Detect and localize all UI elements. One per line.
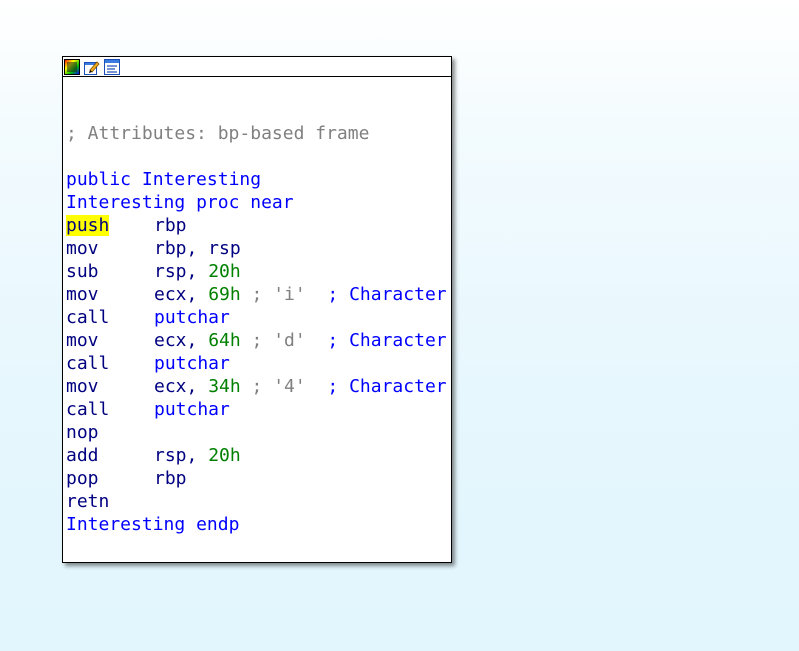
endp-declaration[interactable]: Interesting endp bbox=[66, 513, 451, 536]
node-header bbox=[63, 57, 451, 77]
instruction-line[interactable]: mov rbp, rsp bbox=[66, 237, 451, 260]
instruction-line[interactable]: call putchar bbox=[66, 306, 451, 329]
highlighted-mnemonic: push bbox=[66, 215, 110, 236]
instruction-line[interactable]: retn bbox=[66, 490, 451, 513]
instruction-line[interactable]: sub rsp, 20h bbox=[66, 260, 451, 283]
attributes-comment: ; Attributes: bp-based frame bbox=[66, 123, 370, 144]
instruction-line[interactable]: mov ecx, 34h ; '4' ; Character bbox=[66, 375, 451, 398]
instruction-line[interactable]: mov ecx, 64h ; 'd' ; Character bbox=[66, 329, 451, 352]
instruction-line[interactable]: push rbp bbox=[66, 214, 451, 237]
proc-declaration[interactable]: Interesting proc near bbox=[66, 191, 451, 214]
switch-view-icon[interactable] bbox=[104, 58, 120, 75]
instruction-line[interactable]: call putchar bbox=[66, 352, 451, 375]
instruction-line[interactable]: add rsp, 20h bbox=[66, 444, 451, 467]
instruction-line[interactable]: call putchar bbox=[66, 398, 451, 421]
putchar-reference: putchar bbox=[154, 307, 230, 328]
instruction-line[interactable]: pop rbp bbox=[66, 467, 451, 490]
instruction-line[interactable]: mov ecx, 69h ; 'i' ; Character bbox=[66, 283, 451, 306]
graph-color-icon[interactable] bbox=[64, 58, 80, 75]
edit-node-icon[interactable] bbox=[84, 59, 100, 75]
putchar-reference: putchar bbox=[154, 353, 230, 374]
public-declaration[interactable]: public Interesting bbox=[66, 168, 451, 191]
disassembly-listing[interactable]: ; Attributes: bp-based frame public Inte… bbox=[66, 76, 451, 562]
putchar-reference: putchar bbox=[154, 399, 230, 420]
graph-node-window[interactable]: ; Attributes: bp-based frame public Inte… bbox=[62, 56, 452, 563]
instruction-line[interactable]: nop bbox=[66, 421, 451, 444]
